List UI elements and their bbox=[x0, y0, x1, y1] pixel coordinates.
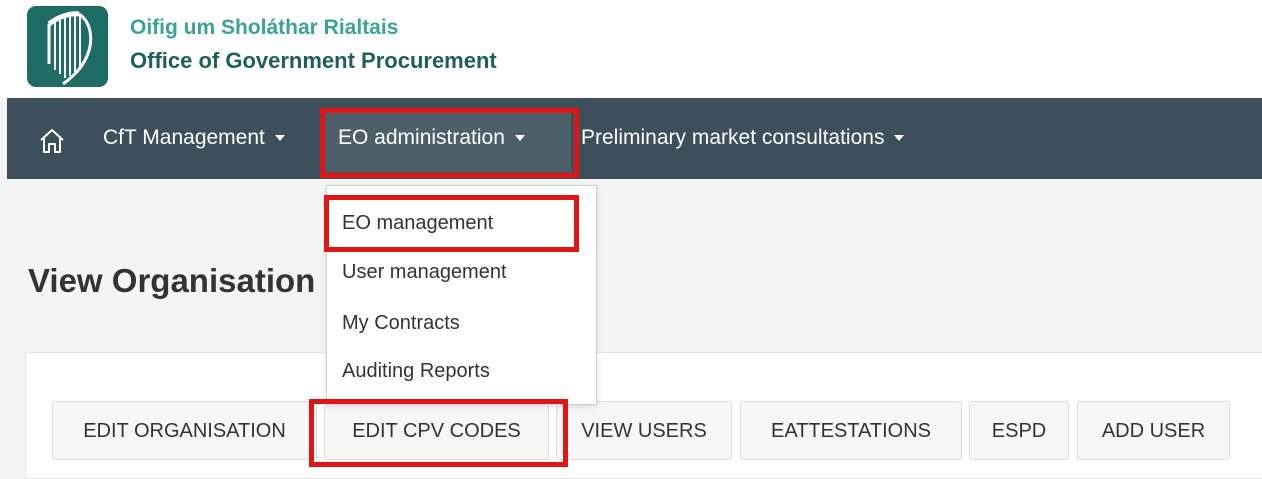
edit-organisation-button[interactable]: EDIT ORGANISATION bbox=[52, 401, 317, 460]
espd-button[interactable]: ESPD bbox=[969, 401, 1069, 460]
brand-name-english: Office of Government Procurement bbox=[130, 48, 497, 73]
nav-eo-administration[interactable]: EO administration bbox=[338, 126, 525, 150]
menu-item-user-management[interactable]: User management bbox=[342, 261, 507, 284]
add-user-button[interactable]: ADD USER bbox=[1077, 401, 1230, 460]
edit-cpv-codes-button[interactable]: EDIT CPV CODES bbox=[324, 401, 549, 460]
brand-name-irish: Oifig um Sholáthar Rialtais bbox=[130, 16, 399, 39]
chevron-down-icon bbox=[894, 135, 905, 142]
nav-cft-management-label: CfT Management bbox=[103, 126, 265, 149]
eattestations-button[interactable]: EATTESTATIONS bbox=[740, 401, 962, 460]
menu-item-my-contracts[interactable]: My Contracts bbox=[342, 312, 460, 335]
harp-icon[interactable] bbox=[27, 6, 108, 87]
menu-item-auditing-reports[interactable]: Auditing Reports bbox=[342, 360, 490, 383]
view-users-button[interactable]: VIEW USERS bbox=[556, 401, 732, 460]
eo-administration-dropdown: EO management User management My Contrac… bbox=[326, 185, 597, 405]
chevron-down-icon bbox=[514, 135, 525, 142]
site-header: Oifig um Sholáthar Rialtais Office of Go… bbox=[0, 0, 1262, 98]
menu-item-eo-management[interactable]: EO management bbox=[342, 212, 493, 235]
nav-cft-management[interactable]: CfT Management bbox=[103, 126, 285, 150]
nav-preliminary-market-consultations[interactable]: Preliminary market consultations bbox=[581, 126, 905, 150]
nav-preliminary-label: Preliminary market consultations bbox=[581, 126, 885, 149]
home-icon[interactable] bbox=[37, 126, 67, 156]
chevron-down-icon bbox=[274, 135, 285, 142]
main-navbar: CfT Management Preliminary market consul… bbox=[7, 98, 1262, 179]
page-title: View Organisation bbox=[28, 262, 316, 299]
nav-eo-administration-label: EO administration bbox=[338, 126, 505, 149]
